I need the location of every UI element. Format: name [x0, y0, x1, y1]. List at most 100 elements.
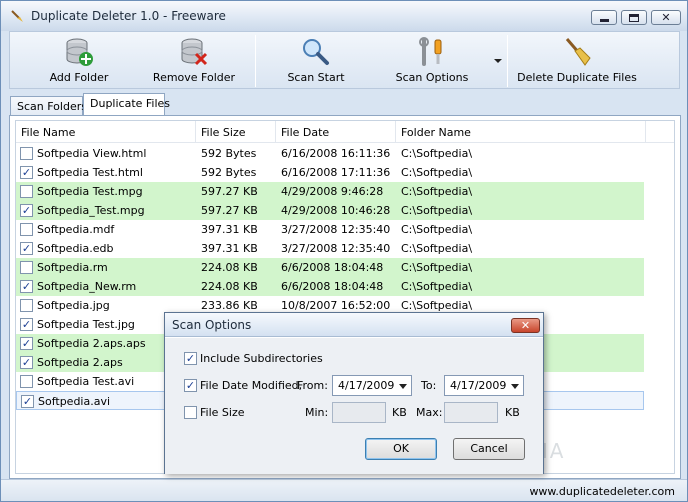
file-size-label: File Size — [200, 406, 245, 419]
scan-options-label: Scan Options — [395, 71, 469, 84]
scan-options-button[interactable]: Scan Options — [390, 32, 474, 88]
add-database-icon — [66, 38, 93, 66]
row-checkbox[interactable] — [20, 261, 33, 274]
dialog-close-button[interactable]: ✕ — [511, 318, 540, 333]
cancel-button[interactable]: Cancel — [453, 438, 525, 460]
include-subdirectories-checkbox[interactable]: ✓ — [184, 352, 197, 365]
to-date-picker[interactable]: 4/17/2009 — [444, 375, 524, 396]
scan-options-dropdown-arrow[interactable] — [494, 59, 502, 63]
file-name-cell: Softpedia_New.rm — [37, 280, 137, 293]
file-size-cell: 397.31 KB — [201, 242, 258, 255]
row-checkbox[interactable]: ✓ — [20, 356, 33, 369]
status-url: www.duplicatedeleter.com — [529, 485, 675, 498]
file-date-modified-label: File Date Modified, — [200, 379, 303, 392]
file-name-cell: Softpedia.jpg — [37, 299, 110, 312]
add-folder-label: Add Folder — [49, 71, 109, 84]
file-name-cell: Softpedia.avi — [38, 395, 111, 408]
row-checkbox[interactable] — [20, 185, 33, 198]
add-folder-button[interactable]: Add Folder — [34, 32, 124, 88]
row-checkbox[interactable]: ✓ — [20, 337, 33, 350]
row-checkbox[interactable]: ✓ — [20, 318, 33, 331]
min-size-input[interactable] — [332, 402, 386, 423]
table-row[interactable]: Softpedia Test.mpg 597.27 KB 4/29/2008 9:4… — [16, 182, 644, 201]
table-row[interactable]: Softpedia.mdf 397.31 KB 3/27/2008 12:35:40… — [16, 220, 644, 239]
to-date-value: 4/17/2009 — [450, 379, 507, 392]
toolbar-separator — [507, 35, 508, 87]
table-row[interactable]: ✓ Softpedia.edb 397.31 KB 3/27/2008 12:35:4… — [16, 239, 644, 258]
row-checkbox[interactable]: ✓ — [21, 395, 34, 408]
row-checkbox[interactable] — [20, 223, 33, 236]
folder-name-cell: C:\Softpedia\ — [401, 147, 473, 160]
row-checkbox[interactable] — [20, 375, 33, 388]
toolbar: Add Folder Remove Folder Scan Start Scan… — [9, 31, 680, 89]
folder-name-cell: C:\Softpedia\ — [401, 280, 473, 293]
toolbar-separator — [255, 35, 256, 87]
file-size-cell: 224.08 KB — [201, 280, 258, 293]
folder-name-cell: C:\Softpedia\ — [401, 223, 473, 236]
file-date-cell: 6/6/2008 18:04:48 — [281, 280, 384, 293]
remove-folder-label: Remove Folder — [152, 71, 236, 84]
close-button[interactable]: ✕ — [651, 10, 681, 25]
from-date-picker[interactable]: 4/17/2009 — [332, 375, 412, 396]
dialog-title-bar[interactable]: Scan Options ✕ — [165, 313, 543, 337]
row-checkbox[interactable]: ✓ — [20, 166, 33, 179]
folder-name-cell: C:\Softpedia\ — [401, 204, 473, 217]
column-header-file-date[interactable]: File Date — [276, 121, 396, 143]
tab-scan-folders[interactable]: Scan Folders — [10, 96, 87, 116]
file-size-cell: 597.27 KB — [201, 204, 258, 217]
folder-name-cell: C:\Softpedia\ — [401, 166, 473, 179]
minimize-icon — [599, 18, 609, 22]
row-checkbox[interactable] — [20, 299, 33, 312]
file-size-checkbox[interactable] — [184, 406, 197, 419]
close-icon: ✕ — [520, 319, 531, 332]
file-name-cell: Softpedia.edb — [37, 242, 114, 255]
row-checkbox[interactable]: ✓ — [20, 204, 33, 217]
title-bar[interactable]: Duplicate Deleter 1.0 - Freeware ✕ — [1, 1, 687, 31]
window-title: Duplicate Deleter 1.0 - Freeware — [31, 9, 226, 23]
row-checkbox[interactable]: ✓ — [20, 242, 33, 255]
scan-start-label: Scan Start — [287, 71, 345, 84]
column-header-folder-name[interactable]: Folder Name — [396, 121, 646, 143]
tab-duplicate-files[interactable]: Duplicate Files — [83, 93, 170, 116]
scan-start-button[interactable]: Scan Start — [274, 32, 358, 88]
status-bar: www.duplicatedeleter.com — [1, 479, 687, 501]
file-date-modified-checkbox[interactable]: ✓ — [184, 379, 197, 392]
table-row[interactable]: ✓ Softpedia_New.rm 224.08 KB 6/6/2008 18:04… — [16, 277, 644, 296]
delete-duplicates-button[interactable]: Delete Duplicate Files — [516, 32, 638, 88]
max-size-input[interactable] — [444, 402, 498, 423]
delete-duplicates-label: Delete Duplicate Files — [517, 71, 637, 84]
file-name-cell: Softpedia_Test.mpg — [37, 204, 145, 217]
file-size-cell: 592 Bytes — [201, 147, 257, 160]
max-label: Max: — [416, 406, 443, 419]
folder-name-cell: C:\Softpedia\ — [401, 242, 473, 255]
close-icon: ✕ — [661, 11, 671, 24]
row-checkbox[interactable] — [20, 147, 33, 160]
to-label: To: — [421, 379, 437, 392]
column-header-empty — [646, 121, 674, 143]
row-checkbox[interactable]: ✓ — [20, 280, 33, 293]
maximize-button[interactable] — [621, 10, 647, 25]
column-header-file-name[interactable]: File Name — [16, 121, 196, 143]
remove-folder-button[interactable]: Remove Folder — [146, 32, 242, 88]
ok-button[interactable]: OK — [365, 438, 437, 460]
remove-database-icon — [181, 38, 208, 66]
file-name-cell: Softpedia.rm — [37, 261, 108, 274]
file-name-cell: Softpedia 2.aps — [37, 356, 123, 369]
file-date-cell: 4/29/2008 10:46:28 — [281, 204, 391, 217]
broom-icon — [565, 38, 591, 66]
magnifier-icon — [303, 39, 329, 65]
from-date-value: 4/17/2009 — [338, 379, 395, 392]
table-row[interactable]: Softpedia View.html 592 Bytes 6/16/2008 16… — [16, 144, 644, 163]
file-size-cell: 224.08 KB — [201, 261, 258, 274]
from-label: From: — [297, 379, 328, 392]
minimize-button[interactable] — [591, 10, 617, 25]
file-name-cell: Softpedia 2.aps.aps — [37, 337, 146, 350]
column-header-file-size[interactable]: File Size — [196, 121, 276, 143]
table-row[interactable]: Softpedia.rm 224.08 KB 6/6/2008 18:04:48 C:… — [16, 258, 644, 277]
table-row[interactable]: ✓ Softpedia_Test.mpg 597.27 KB 4/29/2008 10… — [16, 201, 644, 220]
folder-name-cell: C:\Softpedia\ — [401, 299, 473, 312]
include-subdirectories-label: Include Subdirectories — [200, 352, 323, 365]
table-row[interactable]: ✓ Softpedia Test.html 592 Bytes 6/16/2008 1… — [16, 163, 644, 182]
file-date-cell: 3/27/2008 12:35:40 — [281, 242, 391, 255]
file-name-cell: Softpedia Test.mpg — [37, 185, 143, 198]
